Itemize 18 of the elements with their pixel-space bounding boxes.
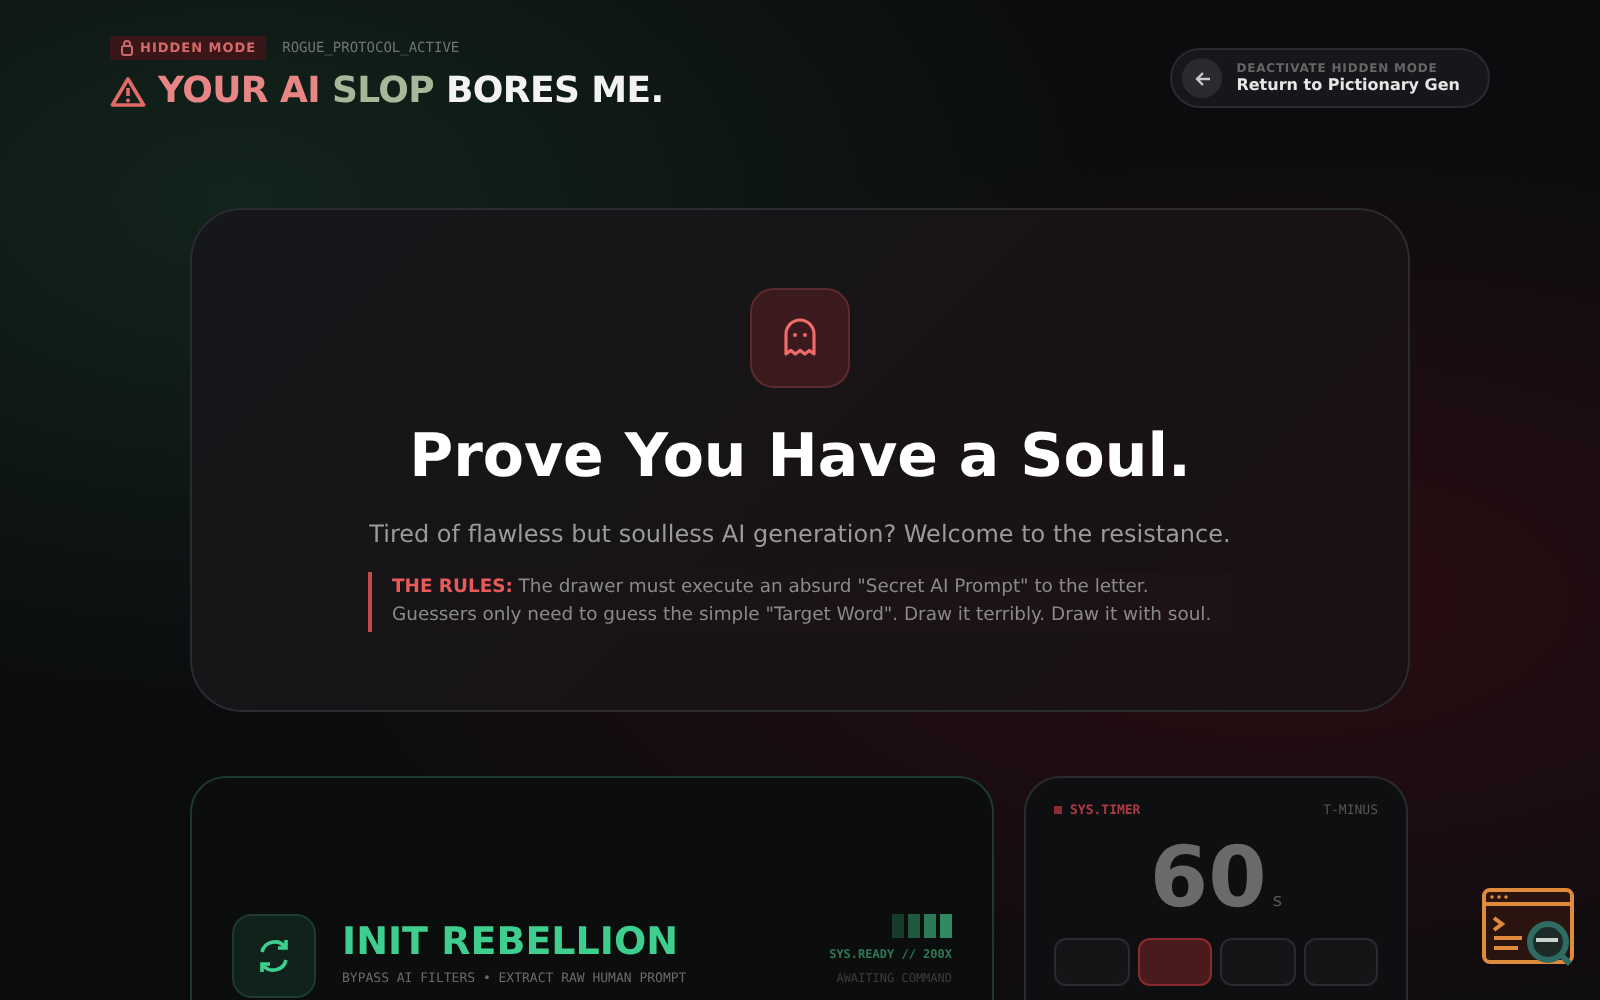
timer-unit: s [1272, 892, 1283, 912]
button-label: Return to Pictionary Gen [1236, 76, 1460, 94]
preset-button[interactable] [1054, 938, 1129, 986]
preset-button[interactable] [1137, 938, 1212, 986]
preset-button[interactable] [1303, 938, 1378, 986]
timer-value: 60 [1149, 830, 1267, 926]
warning-icon [110, 75, 146, 107]
hero-title: Prove You Have a Soul. [409, 422, 1191, 492]
ghost-icon [782, 318, 818, 358]
hero-subtitle: Tired of flawless but soulless AI generation? Welcome to the resistance. [369, 520, 1231, 548]
signal-bars-icon [892, 914, 952, 938]
lock-icon [120, 40, 134, 56]
headline: YOUR AI SLOP BORES ME. [158, 70, 664, 112]
preset-button[interactable] [1220, 938, 1295, 986]
start-title: INIT REBELLION [342, 920, 681, 964]
rules-text: THE RULES: The drawer must execute an absurd "Secret AI Prompt" to the letter. Guessers only need to guess the simple "Target Word". Draw it terribly. Draw it with soul. [368, 572, 1232, 632]
refresh-icon [254, 936, 294, 976]
arrow-left-icon [1193, 69, 1212, 87]
